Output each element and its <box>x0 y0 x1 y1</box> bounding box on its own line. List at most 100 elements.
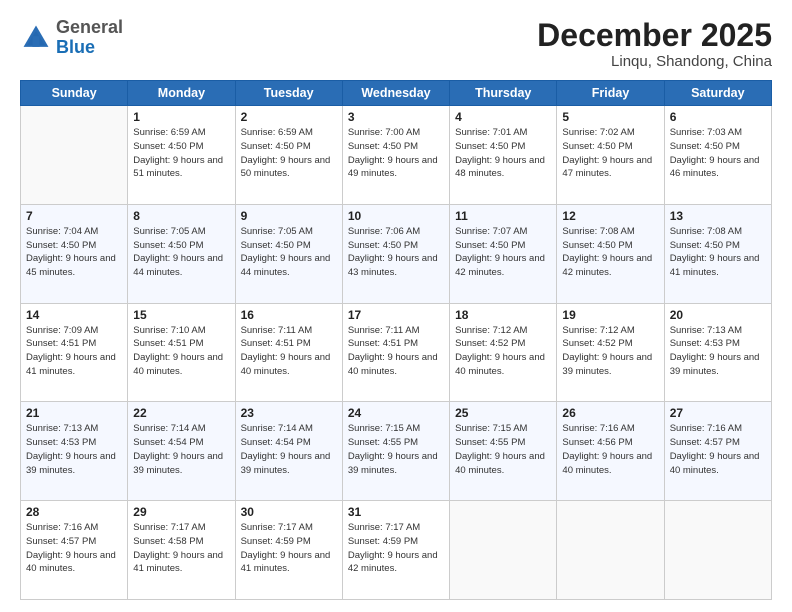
day-info: Sunrise: 7:12 AMSunset: 4:52 PMDaylight:… <box>455 324 551 379</box>
calendar-cell: 15Sunrise: 7:10 AMSunset: 4:51 PMDayligh… <box>128 303 235 402</box>
page: General Blue December 2025 Linqu, Shando… <box>0 0 792 612</box>
calendar-cell: 1 Sunrise: 6:59 AMSunset: 4:50 PMDaylight… <box>128 106 235 205</box>
calendar-cell: 19 Sunrise: 7:12 AMSunset: 4:52 PMDayligh… <box>557 303 664 402</box>
calendar-cell <box>664 501 771 600</box>
day-number: 4 <box>455 110 551 124</box>
day-number: 10 <box>348 209 444 223</box>
day-number: 5 <box>562 110 658 124</box>
day-number: 13 <box>670 209 766 223</box>
day-number: 12 <box>562 209 658 223</box>
day-number: 29 <box>133 505 229 519</box>
day-number: 21 <box>26 406 122 420</box>
day-info: Sunrise: 7:04 AMSunset: 4:50 PMDaylight:… <box>26 225 122 280</box>
calendar-week: 14 Sunrise: 7:09 AMSunset: 4:51 PMDayligh… <box>21 303 772 402</box>
day-number: 28 <box>26 505 122 519</box>
calendar-cell: 8 Sunrise: 7:05 AMSunset: 4:50 PMDaylight… <box>128 204 235 303</box>
calendar-cell: 9 Sunrise: 7:05 AMSunset: 4:50 PMDaylight… <box>235 204 342 303</box>
day-number: 6 <box>670 110 766 124</box>
weekday-header: Tuesday <box>235 81 342 106</box>
day-number: 9 <box>241 209 337 223</box>
weekday-header: Monday <box>128 81 235 106</box>
day-info: Sunrise: 7:17 AMSunset: 4:58 PMDaylight:… <box>133 521 229 576</box>
weekday-header: Friday <box>557 81 664 106</box>
day-number: 31 <box>348 505 444 519</box>
day-number: 1 <box>133 110 229 124</box>
calendar-cell: 13 Sunrise: 7:08 AMSunset: 4:50 PMDayligh… <box>664 204 771 303</box>
day-info: Sunrise: 7:16 AMSunset: 4:57 PMDaylight:… <box>670 422 766 477</box>
day-info: Sunrise: 7:01 AMSunset: 4:50 PMDaylight:… <box>455 126 551 181</box>
day-number: 20 <box>670 308 766 322</box>
day-info: Sunrise: 7:17 AMSunset: 4:59 PMDaylight:… <box>348 521 444 576</box>
calendar-cell: 23Sunrise: 7:14 AMSunset: 4:54 PMDayligh… <box>235 402 342 501</box>
calendar-cell: 30 Sunrise: 7:17 AMSunset: 4:59 PMDayligh… <box>235 501 342 600</box>
calendar-cell: 22Sunrise: 7:14 AMSunset: 4:54 PMDayligh… <box>128 402 235 501</box>
calendar-cell: 4 Sunrise: 7:01 AMSunset: 4:50 PMDaylight… <box>450 106 557 205</box>
day-number: 18 <box>455 308 551 322</box>
calendar-cell: 12 Sunrise: 7:08 AMSunset: 4:50 PMDayligh… <box>557 204 664 303</box>
header: General Blue December 2025 Linqu, Shando… <box>20 18 772 70</box>
day-number: 2 <box>241 110 337 124</box>
calendar-cell: 26Sunrise: 7:16 AMSunset: 4:56 PMDayligh… <box>557 402 664 501</box>
weekday-header: Saturday <box>664 81 771 106</box>
day-number: 22 <box>133 406 229 420</box>
day-number: 15 <box>133 308 229 322</box>
calendar-cell: 31 Sunrise: 7:17 AMSunset: 4:59 PMDayligh… <box>342 501 449 600</box>
calendar-week: 21 Sunrise: 7:13 AMSunset: 4:53 PMDayligh… <box>21 402 772 501</box>
calendar-week: 7 Sunrise: 7:04 AMSunset: 4:50 PMDaylight… <box>21 204 772 303</box>
calendar-cell: 7 Sunrise: 7:04 AMSunset: 4:50 PMDaylight… <box>21 204 128 303</box>
day-info: Sunrise: 6:59 AMSunset: 4:50 PMDaylight:… <box>241 126 337 181</box>
calendar-cell: 5 Sunrise: 7:02 AMSunset: 4:50 PMDaylight… <box>557 106 664 205</box>
calendar-week: 1 Sunrise: 6:59 AMSunset: 4:50 PMDaylight… <box>21 106 772 205</box>
calendar-cell: 27Sunrise: 7:16 AMSunset: 4:57 PMDayligh… <box>664 402 771 501</box>
day-number: 7 <box>26 209 122 223</box>
calendar-cell: 20 Sunrise: 7:13 AMSunset: 4:53 PMDayligh… <box>664 303 771 402</box>
day-info: Sunrise: 7:11 AMSunset: 4:51 PMDaylight:… <box>348 324 444 379</box>
day-info: Sunrise: 7:08 AMSunset: 4:50 PMDaylight:… <box>670 225 766 280</box>
day-info: Sunrise: 7:14 AMSunset: 4:54 PMDaylight:… <box>241 422 337 477</box>
day-number: 8 <box>133 209 229 223</box>
day-info: Sunrise: 7:12 AMSunset: 4:52 PMDaylight:… <box>562 324 658 379</box>
day-number: 16 <box>241 308 337 322</box>
location: Linqu, Shandong, China <box>537 53 772 70</box>
logo-text: General Blue <box>56 18 123 58</box>
day-number: 14 <box>26 308 122 322</box>
calendar-table: SundayMondayTuesdayWednesdayThursdayFrid… <box>20 80 772 600</box>
day-number: 3 <box>348 110 444 124</box>
calendar-cell: 25 Sunrise: 7:15 AMSunset: 4:55 PMDayligh… <box>450 402 557 501</box>
calendar-cell: 29 Sunrise: 7:17 AMSunset: 4:58 PMDayligh… <box>128 501 235 600</box>
calendar-cell: 14 Sunrise: 7:09 AMSunset: 4:51 PMDayligh… <box>21 303 128 402</box>
day-number: 11 <box>455 209 551 223</box>
day-number: 30 <box>241 505 337 519</box>
day-info: Sunrise: 7:13 AMSunset: 4:53 PMDaylight:… <box>670 324 766 379</box>
day-number: 17 <box>348 308 444 322</box>
day-number: 25 <box>455 406 551 420</box>
logo-icon <box>20 22 52 54</box>
day-info: Sunrise: 7:13 AMSunset: 4:53 PMDaylight:… <box>26 422 122 477</box>
day-number: 24 <box>348 406 444 420</box>
calendar-cell <box>21 106 128 205</box>
day-info: Sunrise: 7:17 AMSunset: 4:59 PMDaylight:… <box>241 521 337 576</box>
weekday-header: Wednesday <box>342 81 449 106</box>
weekday-header: Thursday <box>450 81 557 106</box>
calendar-cell: 24 Sunrise: 7:15 AMSunset: 4:55 PMDayligh… <box>342 402 449 501</box>
logo: General Blue <box>20 18 123 58</box>
day-info: Sunrise: 7:09 AMSunset: 4:51 PMDaylight:… <box>26 324 122 379</box>
day-info: Sunrise: 7:03 AMSunset: 4:50 PMDaylight:… <box>670 126 766 181</box>
day-info: Sunrise: 7:16 AMSunset: 4:57 PMDaylight:… <box>26 521 122 576</box>
calendar-cell: 17 Sunrise: 7:11 AMSunset: 4:51 PMDayligh… <box>342 303 449 402</box>
calendar-cell: 10Sunrise: 7:06 AMSunset: 4:50 PMDayligh… <box>342 204 449 303</box>
day-info: Sunrise: 7:08 AMSunset: 4:50 PMDaylight:… <box>562 225 658 280</box>
calendar-cell <box>450 501 557 600</box>
day-info: Sunrise: 7:02 AMSunset: 4:50 PMDaylight:… <box>562 126 658 181</box>
day-number: 19 <box>562 308 658 322</box>
day-info: Sunrise: 7:16 AMSunset: 4:56 PMDaylight:… <box>562 422 658 477</box>
weekday-header: Sunday <box>21 81 128 106</box>
calendar-cell: 3Sunrise: 7:00 AMSunset: 4:50 PMDaylight… <box>342 106 449 205</box>
day-info: Sunrise: 7:05 AMSunset: 4:50 PMDaylight:… <box>133 225 229 280</box>
calendar-cell: 18 Sunrise: 7:12 AMSunset: 4:52 PMDayligh… <box>450 303 557 402</box>
day-info: Sunrise: 7:15 AMSunset: 4:55 PMDaylight:… <box>455 422 551 477</box>
day-info: Sunrise: 7:15 AMSunset: 4:55 PMDaylight:… <box>348 422 444 477</box>
day-info: Sunrise: 6:59 AMSunset: 4:50 PMDaylight:… <box>133 126 229 181</box>
calendar-cell: 11Sunrise: 7:07 AMSunset: 4:50 PMDayligh… <box>450 204 557 303</box>
day-info: Sunrise: 7:05 AMSunset: 4:50 PMDaylight:… <box>241 225 337 280</box>
